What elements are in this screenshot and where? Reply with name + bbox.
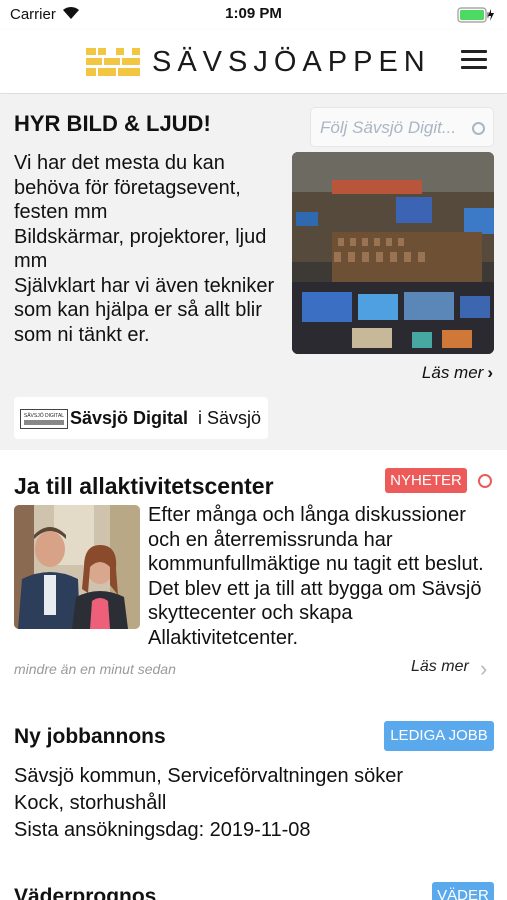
news-timestamp: mindre än en minut sedan [14,661,176,677]
job-title: Ny jobbannons [14,725,166,748]
follow-button[interactable]: Följ Sävsjö Digit... [310,107,494,147]
event-hall-image [292,152,494,354]
advertiser-logo-text: SÄVSJÖ DIGITAL [24,412,64,419]
news-card[interactable]: Ja till allaktivitetscenter NYHETER Efte… [0,465,507,695]
chevron-right-icon: › [487,363,493,382]
feed[interactable]: HYR BILD & LJUD! Följ Sävsjö Digit... Vi… [0,95,507,900]
ad-title: HYR BILD & LJUD! [14,111,211,136]
follow-circle-icon [472,122,485,135]
app-logo-icon [86,48,140,76]
read-more-label: Läs mer [421,363,484,382]
read-more-link[interactable]: Läs mer [411,658,469,676]
advertiser-location: i Sävsjö [198,408,262,428]
status-bar: Carrier 1:09 PM [0,0,507,28]
hamburger-menu-icon[interactable] [461,50,487,74]
clock: 1:09 PM [225,5,282,22]
follow-label: Följ Sävsjö Digit... [320,118,457,137]
weather-title: Väderprognos [14,885,157,900]
job-body: Sävsjö kommun, Serviceförvaltningen söke… [14,765,404,841]
news-photo [14,505,140,629]
advertiser-name: Sävsjö Digital [70,408,189,428]
app-header: SÄVSJÖAPPEN [0,30,507,94]
news-title: Ja till allaktivitetscenter [14,473,274,499]
job-category-badge[interactable]: LEDIGA JOBB [384,721,494,751]
app-title: SÄVSJÖAPPEN [152,46,431,78]
chevron-right-icon[interactable]: › [480,656,487,682]
news-category-badge[interactable]: NYHETER [385,468,467,493]
weather-card[interactable]: Väderprognos VÄDER [0,875,507,900]
advertiser-chip[interactable]: SÄVSJÖ DIGITAL Sävsjö Digital i Sävsjö [14,397,268,439]
battery-icon [457,7,494,23]
advertiser-logo: SÄVSJÖ DIGITAL [20,409,68,429]
weather-category-badge[interactable]: VÄDER [432,882,494,900]
news-body: Efter många och långa diskussioner och e… [148,504,484,649]
ad-card[interactable]: HYR BILD & LJUD! Följ Sävsjö Digit... Vi… [0,95,507,450]
job-card[interactable]: Ny jobbannons LEDIGA JOBB Sävsjö kommun,… [0,715,507,855]
ad-body: Vi har det mesta du kan behöva för föret… [14,152,275,373]
follow-circle-icon[interactable] [478,474,492,488]
read-more-link[interactable]: Läs mer › [422,363,493,383]
